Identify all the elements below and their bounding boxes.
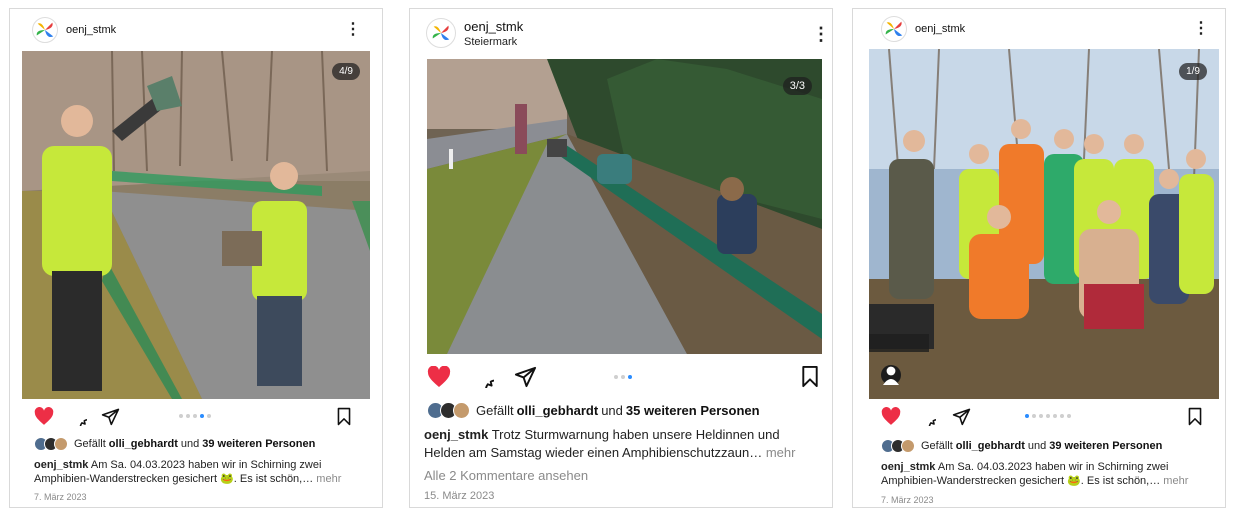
profile-avatar[interactable] — [32, 17, 58, 43]
post-header: oenj_stmk — [881, 16, 965, 42]
share-icon[interactable] — [101, 407, 120, 426]
tagged-people-icon[interactable] — [881, 365, 901, 385]
carousel-indicator — [179, 414, 211, 418]
comment-icon[interactable] — [471, 365, 494, 388]
liked-by-row[interactable]: Gefällt olli_gebhardt und 39 weiteren Pe… — [881, 439, 1165, 453]
avatar — [901, 439, 915, 453]
carousel-counter: 4/9 — [332, 63, 360, 80]
carousel-dot — [1060, 414, 1064, 418]
carousel-dot — [1053, 414, 1057, 418]
post-date: 7. März 2023 — [881, 495, 934, 505]
liked-by-others[interactable]: 39 weiteren Personen — [202, 438, 315, 450]
post-username[interactable]: oenj_stmk — [464, 19, 523, 34]
carousel-dot — [614, 375, 618, 379]
more-options-icon[interactable]: ⋮ — [812, 25, 830, 43]
more-options-icon[interactable]: ⋮ — [345, 22, 361, 38]
liker-avatars — [34, 437, 68, 451]
liked-by-prefix: Gefällt — [74, 438, 106, 450]
post-photo[interactable]: 4/9 — [22, 51, 370, 399]
share-icon[interactable] — [952, 407, 971, 426]
instagram-post-2: oenj_stmk Steiermark ⋮ 3/3 Gefällt olli_… — [409, 8, 833, 508]
liked-by-row[interactable]: Gefällt olli_gebhardt und 39 weiteren Pe… — [34, 437, 318, 451]
carousel-dot — [1039, 414, 1043, 418]
action-bar — [881, 407, 971, 426]
liker-avatars — [427, 402, 470, 419]
carousel-dot — [207, 414, 211, 418]
carousel-dot — [1046, 414, 1050, 418]
carousel-dot-active — [1025, 414, 1029, 418]
comment-icon[interactable] — [917, 407, 936, 426]
carousel-dot-active — [200, 414, 204, 418]
post-photo[interactable]: 1/9 — [869, 49, 1219, 399]
comment-icon[interactable] — [68, 407, 87, 426]
more-link[interactable]: mehr — [1163, 475, 1188, 487]
liked-by-user[interactable]: olli_gebhardt — [517, 403, 599, 418]
logo-icon — [432, 25, 450, 41]
logo-icon — [36, 22, 54, 38]
carousel-dot — [1067, 414, 1071, 418]
caption-username[interactable]: oenj_stmk — [34, 459, 88, 471]
carousel-counter: 3/3 — [782, 77, 812, 95]
action-bar — [34, 407, 120, 426]
profile-avatar[interactable] — [881, 16, 907, 42]
bookmark-icon[interactable] — [1187, 407, 1203, 426]
instagram-post-3: oenj_stmk ⋮ 1/9 Gefällt olli_gebhardt un… — [852, 8, 1226, 508]
like-heart-icon[interactable] — [881, 407, 901, 426]
liked-by-prefix: Gefällt — [921, 440, 953, 452]
post-caption: oenj_stmk Am Sa. 04.03.2023 haben wir in… — [34, 458, 364, 486]
bookmark-icon[interactable] — [336, 407, 352, 426]
liked-by-middle: und — [180, 438, 200, 450]
liked-by-prefix: Gefällt — [476, 403, 514, 418]
carousel-dot — [186, 414, 190, 418]
liked-by-others[interactable]: 35 weiteren Personen — [626, 403, 760, 418]
post-username[interactable]: oenj_stmk — [66, 24, 116, 36]
post-header: oenj_stmk — [32, 17, 116, 43]
liker-avatars — [881, 439, 915, 453]
like-heart-icon[interactable] — [34, 407, 54, 426]
carousel-dot — [621, 375, 625, 379]
carousel-counter: 1/9 — [1179, 63, 1207, 80]
carousel-dot — [193, 414, 197, 418]
avatar — [453, 402, 470, 419]
post-caption: oenj_stmk Am Sa. 04.03.2023 haben wir in… — [881, 460, 1201, 488]
bookmark-icon[interactable] — [800, 365, 820, 388]
carousel-indicator — [614, 375, 632, 379]
more-link[interactable]: mehr — [316, 473, 341, 485]
liked-by-row[interactable]: Gefällt olli_gebhardt und 35 weiteren Pe… — [427, 402, 763, 419]
profile-avatar[interactable] — [426, 18, 456, 48]
more-options-icon[interactable]: ⋮ — [1193, 21, 1209, 37]
action-bar — [427, 365, 537, 388]
post-date: 7. März 2023 — [34, 492, 87, 502]
avatar — [54, 437, 68, 451]
liked-by-middle: und — [601, 403, 623, 418]
instagram-post-1: oenj_stmk ⋮ 4/9 Gefällt olli_gebhardt un… — [9, 8, 383, 508]
carousel-indicator — [1025, 414, 1071, 418]
logo-icon — [885, 21, 903, 37]
like-heart-icon[interactable] — [427, 365, 451, 388]
carousel-dot-active — [628, 375, 632, 379]
post-header: oenj_stmk Steiermark — [426, 18, 523, 48]
liked-by-middle: und — [1027, 440, 1047, 452]
carousel-dot — [1032, 414, 1036, 418]
post-date: 15. März 2023 — [424, 490, 495, 502]
liked-by-user[interactable]: olli_gebhardt — [956, 440, 1025, 452]
caption-username[interactable]: oenj_stmk — [424, 427, 488, 442]
view-all-comments-link[interactable]: Alle 2 Kommentare ansehen — [424, 468, 588, 483]
post-caption: oenj_stmk Trotz Sturmwarnung haben unser… — [424, 426, 824, 462]
liked-by-others[interactable]: 39 weiteren Personen — [1049, 440, 1162, 452]
share-icon[interactable] — [514, 365, 537, 388]
more-link[interactable]: mehr — [766, 445, 796, 460]
carousel-dot — [179, 414, 183, 418]
post-location[interactable]: Steiermark — [464, 36, 523, 48]
post-username[interactable]: oenj_stmk — [915, 23, 965, 35]
caption-username[interactable]: oenj_stmk — [881, 461, 935, 473]
liked-by-user[interactable]: olli_gebhardt — [109, 438, 178, 450]
post-photo[interactable]: 3/3 — [427, 59, 822, 354]
